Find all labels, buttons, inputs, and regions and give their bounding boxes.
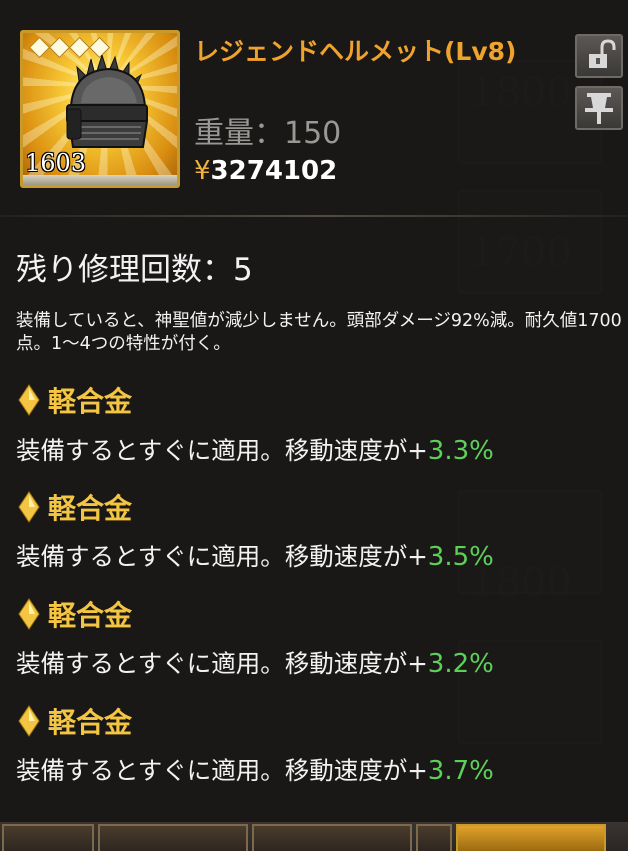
- trait-name: 軽合金: [48, 706, 133, 739]
- trait-name: 軽合金: [48, 599, 133, 632]
- unlock-icon: [589, 39, 616, 68]
- trait-title: 軽合金: [18, 701, 132, 741]
- diamond-icon: [18, 598, 40, 630]
- trait-text: 装備するとすぐに適用。移動速度が+: [16, 649, 428, 678]
- diamond-icon: [18, 705, 40, 737]
- item-count: 1603: [25, 149, 87, 177]
- yen-icon: ¥: [194, 156, 211, 186]
- lock-button[interactable]: [575, 34, 623, 78]
- inventory-slot-legendary[interactable]: [456, 824, 606, 851]
- trait-text: 装備するとすぐに適用。移動速度が+: [16, 436, 428, 465]
- divider: [0, 215, 628, 217]
- trait-text: 装備するとすぐに適用。移動速度が+: [16, 756, 428, 785]
- repair-count: 残り修理回数：5: [16, 252, 253, 288]
- trait-name: 軽合金: [48, 385, 133, 418]
- inventory-slot[interactable]: [252, 824, 412, 851]
- trait-title: 軽合金: [18, 594, 132, 634]
- pin-icon: [585, 93, 613, 124]
- trait-effect: 装備するとすぐに適用。移動速度が+3.2%: [16, 645, 494, 680]
- trait-value: 3.5%: [427, 542, 494, 572]
- trait-title: 軽合金: [18, 487, 132, 527]
- inventory-slot[interactable]: [98, 824, 248, 851]
- trait-value: 3.3%: [427, 436, 494, 466]
- inventory-slot[interactable]: [416, 824, 452, 851]
- item-icon-frame: 1603: [20, 30, 180, 188]
- trait-effect: 装備するとすぐに適用。移動速度が+3.5%: [16, 538, 494, 573]
- diamond-icon: [18, 491, 40, 523]
- trait-value: 3.7%: [427, 756, 494, 786]
- item-name: レジェンドヘルメット(Lv8): [194, 37, 517, 66]
- diamond-icon: [18, 384, 40, 416]
- helmet-icon: [66, 55, 149, 148]
- trait-effect: 装備するとすぐに適用。移動速度が+3.7%: [16, 752, 494, 787]
- star-icon: [29, 37, 47, 61]
- inventory-slot[interactable]: [2, 824, 94, 851]
- item-price: ¥3274102: [194, 156, 337, 186]
- trait-title: 軽合金: [18, 380, 132, 420]
- trait-value: 3.2%: [427, 649, 494, 679]
- pin-button[interactable]: [575, 86, 623, 130]
- trait-name: 軽合金: [48, 492, 133, 525]
- durability-bar: [23, 175, 177, 185]
- trait-effect: 装備するとすぐに適用。移動速度が+3.3%: [16, 432, 494, 467]
- item-description: 装備していると、神聖値が減少しません。頭部ダメージ92%減。耐久値1700点。1…: [16, 311, 622, 354]
- item-weight: 重量：150: [194, 116, 342, 151]
- trait-text: 装備するとすぐに適用。移動速度が+: [16, 542, 428, 571]
- item-price-value: 3274102: [210, 156, 338, 186]
